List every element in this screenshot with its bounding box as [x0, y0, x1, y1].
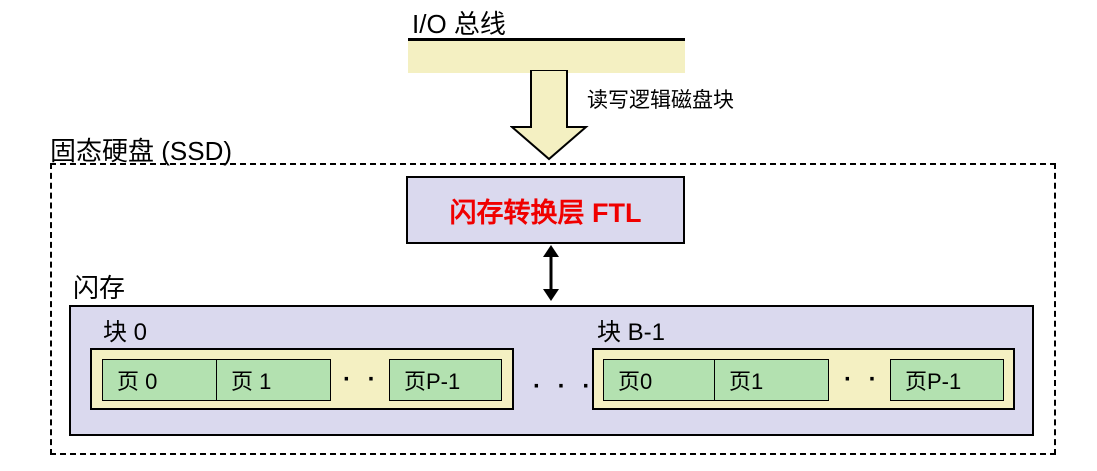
- block-b-1-label: 块 B-1: [597, 319, 666, 346]
- ftl-box: 闪存转换层 FTL: [406, 176, 685, 244]
- io-bus-label: I/O 总线: [412, 9, 506, 39]
- block-b-1-page-1: 页1: [714, 359, 829, 401]
- block-0-page-1: 页 1: [216, 359, 331, 401]
- page-label: 页P-1: [404, 369, 461, 394]
- block-b-1-page-last: 页P-1: [890, 359, 1004, 401]
- ftl-label: 闪存转换层 FTL: [449, 197, 642, 228]
- page-label: 页0: [618, 369, 653, 394]
- block-0-label: 块 0: [103, 319, 148, 346]
- read-write-label: 读写逻辑磁盘块: [587, 89, 734, 112]
- block-0-page-last: 页P-1: [389, 359, 502, 401]
- between-blocks-ellipsis: · · ·: [533, 373, 596, 400]
- page-label: 页 1: [231, 369, 272, 394]
- page-label: 页 0: [117, 369, 158, 394]
- double-arrow-icon: [543, 245, 559, 301]
- page-label: 页P-1: [905, 369, 962, 394]
- block-b-1-page-0: 页0: [603, 359, 716, 401]
- flash-label: 闪存: [73, 273, 126, 303]
- io-bus-bar: [408, 38, 685, 73]
- down-arrow-icon: [510, 70, 589, 161]
- block-0-page-0: 页 0: [102, 359, 218, 401]
- page-label: 页1: [729, 369, 764, 394]
